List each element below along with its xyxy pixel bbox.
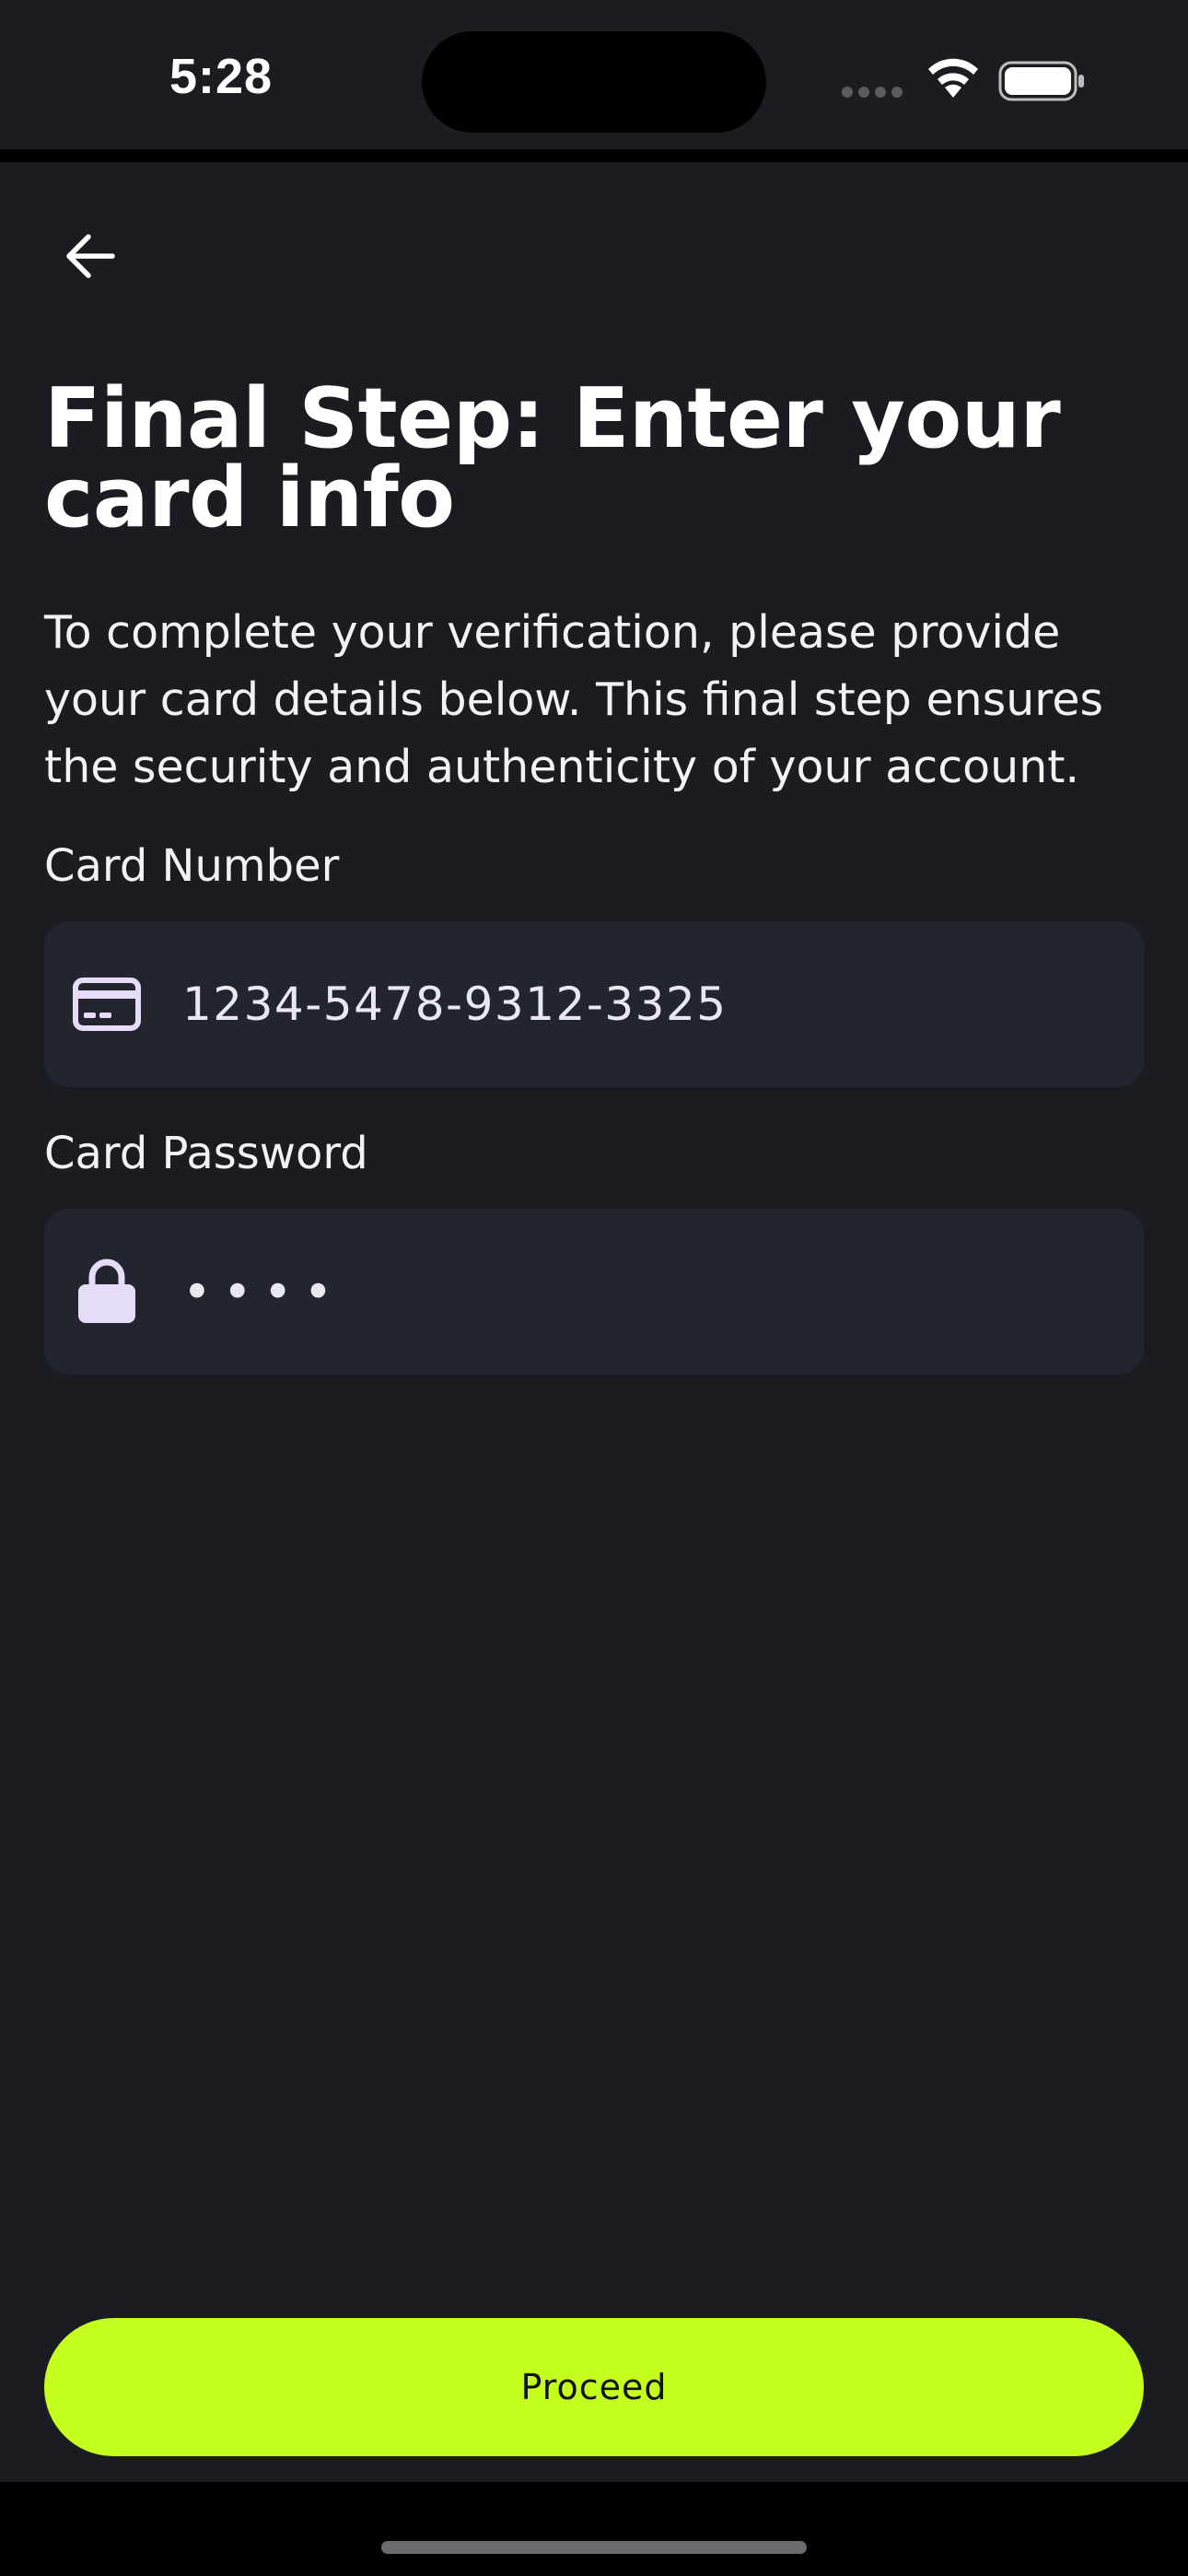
- card-password-input[interactable]: [182, 1262, 1085, 1321]
- home-indicator[interactable]: [381, 2541, 807, 2554]
- proceed-button[interactable]: Proceed: [44, 2318, 1144, 2456]
- card-info-screen: 5:28 Final Step: Enter your card info To: [0, 0, 1188, 2576]
- page-title: Final Step: Enter your card info: [44, 370, 1061, 546]
- card-number-label: Card Number: [44, 840, 340, 892]
- lock-icon: [70, 1259, 144, 1325]
- battery-icon: [998, 61, 1087, 106]
- card-password-label: Card Password: [44, 1128, 368, 1179]
- credit-card-icon: [70, 978, 144, 1031]
- back-button[interactable]: [52, 217, 129, 295]
- bottom-bar: [0, 2482, 1188, 2576]
- cellular-signal-icon: [842, 87, 903, 98]
- card-number-input[interactable]: [182, 978, 1085, 1031]
- dynamic-island: [422, 31, 766, 133]
- card-password-field[interactable]: [44, 1209, 1144, 1375]
- header-divider: [0, 149, 1188, 162]
- status-time: 5:28: [169, 49, 274, 104]
- arrow-left-icon: [66, 234, 115, 278]
- status-bar: 5:28: [0, 0, 1188, 149]
- wifi-icon: [925, 57, 982, 104]
- page-description: To complete your verification, please pr…: [44, 606, 1104, 793]
- card-number-field[interactable]: [44, 921, 1144, 1087]
